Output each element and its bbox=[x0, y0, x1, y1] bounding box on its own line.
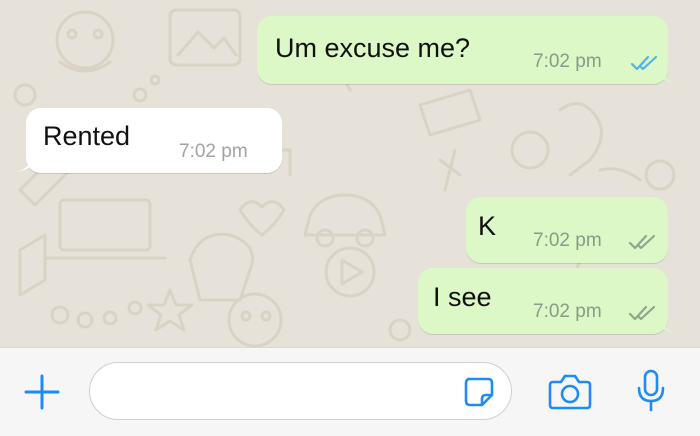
message-text: K bbox=[478, 211, 497, 241]
bubble-tail bbox=[660, 314, 678, 334]
message-bubble-outgoing[interactable]: Um excuse me? 7:02 pm bbox=[257, 16, 678, 84]
message-text: Um excuse me? bbox=[275, 33, 471, 63]
message-text: I see bbox=[433, 282, 492, 312]
message-time: 7:02 pm bbox=[533, 301, 602, 322]
double-check-grey-icon bbox=[628, 234, 656, 250]
camera-icon[interactable] bbox=[547, 372, 593, 412]
chat-area[interactable]: Um excuse me? 7:02 pm Rented 7:02 pm K 7… bbox=[0, 0, 700, 347]
message-bubble-outgoing[interactable]: I see 7:02 pm bbox=[418, 268, 678, 334]
message-time: 7:02 pm bbox=[179, 141, 248, 162]
double-check-grey-icon bbox=[628, 305, 656, 321]
message-time: 7:02 pm bbox=[533, 51, 602, 72]
message-composer-bar bbox=[0, 347, 700, 436]
message-input-field[interactable] bbox=[89, 362, 512, 421]
bubble-tail bbox=[660, 64, 678, 84]
message-text: Rented bbox=[43, 121, 131, 151]
message-bubble-incoming[interactable]: Rented 7:02 pm bbox=[16, 108, 282, 173]
sticker-icon[interactable] bbox=[462, 375, 496, 409]
double-check-blue-icon bbox=[630, 55, 658, 71]
plus-icon[interactable] bbox=[22, 372, 62, 412]
message-time: 7:02 pm bbox=[533, 230, 602, 251]
message-bubble-outgoing[interactable]: K 7:02 pm bbox=[466, 197, 668, 263]
message-input[interactable] bbox=[108, 363, 452, 421]
microphone-icon[interactable] bbox=[635, 368, 667, 414]
bubble-tail bbox=[16, 152, 34, 172]
